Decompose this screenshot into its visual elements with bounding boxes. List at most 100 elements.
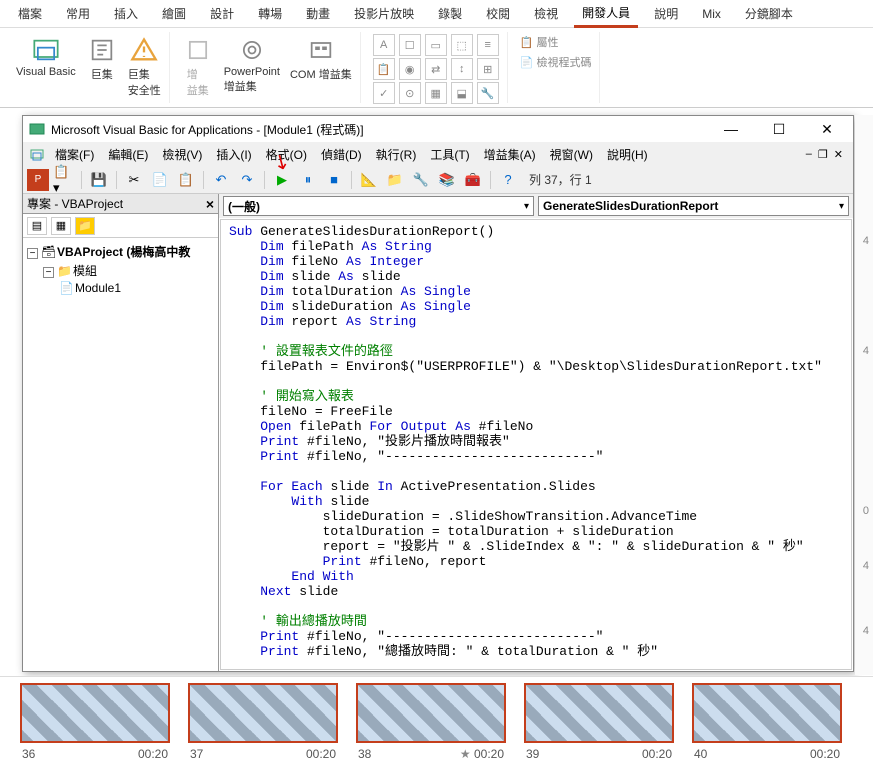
visual-basic-button[interactable]: Visual Basic (16, 34, 76, 78)
maximize-button[interactable]: ☐ (759, 117, 799, 141)
proj-folder[interactable]: 📁 (75, 217, 95, 235)
control-btn-3[interactable]: ▭ (425, 34, 447, 56)
control-btn-14[interactable]: ⬓ (451, 82, 473, 104)
tb-ppt-icon[interactable]: P (27, 169, 49, 191)
vba-app-icon (29, 121, 45, 137)
menu-tools[interactable]: 工具(T) (424, 144, 475, 165)
slide-thumb-38[interactable]: 38★ 00:20 (356, 683, 506, 770)
control-btn-9[interactable]: ↕ (451, 58, 473, 80)
control-btn-7[interactable]: ◉ (399, 58, 421, 80)
tab-record[interactable]: 錄製 (430, 1, 470, 26)
vba-titlebar[interactable]: Microsoft Visual Basic for Applications … (23, 116, 853, 142)
star-icon: ★ (460, 747, 474, 761)
proj-view-object[interactable]: ▦ (51, 217, 71, 235)
tb-browser[interactable]: 📚 (436, 169, 458, 191)
tab-design[interactable]: 設計 (202, 1, 242, 26)
right-strip: 4 4 0 4 4 (855, 115, 873, 675)
control-btn-5[interactable]: ≡ (477, 34, 499, 56)
tb-cut[interactable]: ✂ (123, 169, 145, 191)
control-btn-6[interactable]: 📋 (373, 58, 395, 80)
tab-slideshow[interactable]: 投影片放映 (346, 1, 422, 26)
tb-help[interactable]: ? (497, 169, 519, 191)
slide-thumb-39[interactable]: 3900:20 (524, 683, 674, 770)
gear-icon (236, 34, 268, 66)
tab-review[interactable]: 校閱 (478, 1, 518, 26)
tab-home[interactable]: 常用 (58, 1, 98, 26)
macros-label: 巨集 (91, 66, 113, 82)
tb-run[interactable]: ↘▶ (271, 169, 293, 191)
tb-redo[interactable]: ↷ (236, 169, 258, 191)
tab-insert[interactable]: 插入 (106, 1, 146, 26)
mdi-close[interactable]: ✕ (834, 148, 843, 161)
view-code-button[interactable]: 📄 檢視程式碼 (520, 54, 592, 70)
macros-button[interactable]: 巨集 (86, 34, 118, 82)
close-button[interactable]: ✕ (807, 117, 847, 141)
tb-design[interactable]: 📐 (358, 169, 380, 191)
control-btn-12[interactable]: ⊙ (399, 82, 421, 104)
menu-debug[interactable]: 偵錯(D) (315, 144, 368, 165)
slide-thumb-36[interactable]: 3600:20 (20, 683, 170, 770)
tab-animations[interactable]: 動畫 (298, 1, 338, 26)
mdi-minimize[interactable]: – (806, 148, 812, 161)
mdi-restore[interactable]: ❐ (818, 148, 828, 161)
menu-insert[interactable]: 插入(I) (210, 144, 257, 165)
slide-thumb-40[interactable]: 4000:20 (692, 683, 842, 770)
tb-insert-module[interactable]: 📋▾ (53, 169, 75, 191)
project-header: 專案 - VBAProject (27, 195, 206, 212)
properties-button[interactable]: 📋 屬性 (520, 34, 592, 50)
control-btn-13[interactable]: ▦ (425, 82, 447, 104)
control-btn-4[interactable]: ⬚ (451, 34, 473, 56)
tb-properties[interactable]: 🔧 (410, 169, 432, 191)
tab-file[interactable]: 檔案 (10, 1, 50, 26)
control-btn-10[interactable]: ⊞ (477, 58, 499, 80)
tb-undo[interactable]: ↶ (210, 169, 232, 191)
tab-transitions[interactable]: 轉場 (250, 1, 290, 26)
menu-help[interactable]: 說明(H) (601, 144, 654, 165)
slide-thumb-37[interactable]: 3700:20 (188, 683, 338, 770)
ppt-addins-button[interactable]: PowerPoint 增益集 (224, 34, 280, 94)
addins-button[interactable]: 增 益集 (182, 34, 214, 98)
tb-copy[interactable]: 📄 (149, 169, 171, 191)
tb-project[interactable]: 📁 (384, 169, 406, 191)
ribbon-content: Visual Basic 巨集 巨集 安全性 增 益集 PowerPoint 增… (0, 28, 873, 108)
macro-security-label: 巨集 安全性 (128, 66, 161, 98)
menu-edit[interactable]: 編輯(E) (102, 144, 154, 165)
menu-window[interactable]: 視窗(W) (544, 144, 599, 165)
menu-file[interactable]: 檔案(F) (49, 144, 100, 165)
vba-menu-icon (27, 144, 47, 164)
tb-pause[interactable]: ⏸ (297, 169, 319, 191)
menu-run[interactable]: 執行(R) (370, 144, 423, 165)
tab-storyboard[interactable]: 分鏡腳本 (737, 1, 801, 26)
control-btn-1[interactable]: A (373, 34, 395, 56)
tab-draw[interactable]: 繪圖 (154, 1, 194, 26)
vba-title: Microsoft Visual Basic for Applications … (51, 121, 711, 138)
macro-security-button[interactable]: 巨集 安全性 (128, 34, 161, 98)
control-btn-15[interactable]: 🔧 (477, 82, 499, 104)
proj-view-code[interactable]: ▤ (27, 217, 47, 235)
tb-toolbox[interactable]: 🧰 (462, 169, 484, 191)
menu-addins[interactable]: 增益集(A) (478, 144, 542, 165)
visual-basic-label: Visual Basic (16, 66, 76, 78)
vba-window: Microsoft Visual Basic for Applications … (22, 115, 854, 672)
tb-stop[interactable]: ■ (323, 169, 345, 191)
code-editor[interactable]: Sub GenerateSlidesDurationReport() Dim f… (220, 219, 852, 670)
menu-view[interactable]: 檢視(V) (156, 144, 208, 165)
tab-mix[interactable]: Mix (694, 3, 729, 25)
tab-help[interactable]: 說明 (646, 1, 686, 26)
tab-view[interactable]: 檢視 (526, 1, 566, 26)
com-addins-button[interactable]: COM 增益集 (290, 34, 352, 82)
vba-menubar: 檔案(F) 編輯(E) 檢視(V) 插入(I) 格式(O) 偵錯(D) 執行(R… (23, 142, 853, 166)
tb-status: 列 37，行 1 (529, 171, 592, 188)
project-tree[interactable]: −🗃VBAProject (楊梅高中教 −📁模組 📄Module1 (23, 238, 218, 671)
tb-paste[interactable]: 📋 (175, 169, 197, 191)
project-close-icon[interactable]: × (206, 196, 214, 212)
tab-developer[interactable]: 開發人員 (574, 0, 638, 28)
minimize-button[interactable]: — (711, 117, 751, 141)
control-btn-11[interactable]: ✓ (373, 82, 395, 104)
tb-save[interactable]: 💾 (88, 169, 110, 191)
addins-label: 增 益集 (187, 66, 209, 98)
control-btn-2[interactable]: ☐ (399, 34, 421, 56)
procedure-dropdown[interactable]: GenerateSlidesDurationReport▾ (538, 196, 849, 216)
object-dropdown[interactable]: (一般)▾ (223, 196, 534, 216)
control-btn-8[interactable]: ⇄ (425, 58, 447, 80)
